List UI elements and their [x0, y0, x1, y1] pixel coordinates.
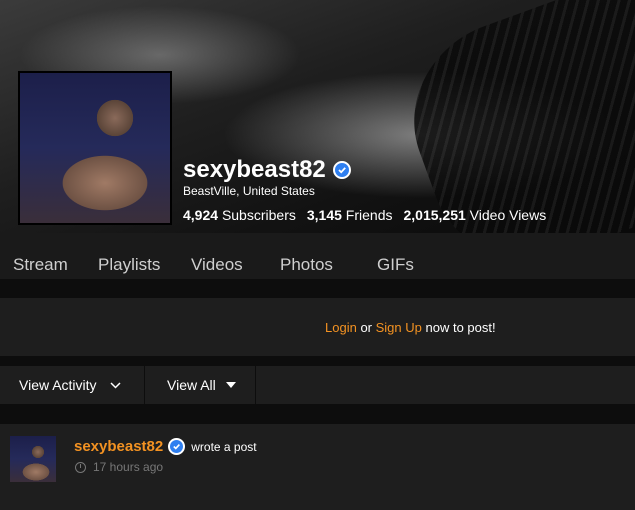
filter-bar: View Activity View All — [0, 366, 635, 404]
tab-stream[interactable]: Stream — [13, 233, 68, 279]
tab-photos[interactable]: Photos — [280, 233, 333, 279]
feed-action-text: wrote a post — [191, 439, 257, 454]
feed-timestamp: 17 hours ago — [75, 460, 163, 474]
tab-videos[interactable]: Videos — [191, 233, 243, 279]
profile-location: BeastVille, United States — [183, 184, 315, 198]
chevron-down-icon — [110, 381, 121, 389]
profile-name: sexybeast82 — [183, 156, 326, 183]
view-activity-label: View Activity — [19, 377, 97, 393]
post-prompt-box: Login or Sign Up now to post! — [0, 298, 635, 356]
view-all-label: View All — [167, 377, 216, 393]
tab-playlists[interactable]: Playlists — [98, 233, 160, 279]
feed-header: sexybeast82 wrote a post — [74, 438, 257, 455]
or-text: or — [360, 320, 372, 335]
filter-divider — [255, 366, 256, 404]
filter-divider — [144, 366, 145, 404]
clock-icon — [75, 461, 86, 473]
feed-username-link[interactable]: sexybeast82 — [74, 438, 163, 455]
feed-item: sexybeast82 wrote a post 17 hours ago — [0, 424, 635, 510]
view-all-dropdown[interactable]: View All — [167, 366, 236, 404]
signup-link[interactable]: Sign Up — [376, 320, 422, 335]
view-activity-dropdown[interactable]: View Activity — [19, 366, 121, 404]
profile-stats: 4,924 Subscribers 3,145 Friends 2,015,25… — [183, 207, 549, 223]
profile-tabs: Stream Playlists Videos Photos GIFs — [0, 233, 635, 279]
post-prompt-text: Login or Sign Up now to post! — [325, 320, 496, 335]
views-stat: 2,015,251 Video Views — [403, 207, 547, 223]
post-suffix-text: now to post! — [425, 320, 496, 335]
verified-icon — [168, 438, 186, 455]
tab-gifs[interactable]: GIFs — [377, 233, 414, 279]
verified-icon — [332, 161, 351, 179]
profile-avatar[interactable] — [18, 71, 172, 225]
friends-stat[interactable]: 3,145 Friends — [307, 207, 393, 223]
caret-down-icon — [225, 382, 236, 388]
feed-avatar[interactable] — [10, 436, 56, 482]
subscribers-stat[interactable]: 4,924 Subscribers — [183, 207, 296, 223]
login-link[interactable]: Login — [325, 320, 357, 335]
profile-name-row: sexybeast82 — [183, 156, 351, 184]
feed-time-text: 17 hours ago — [93, 460, 164, 474]
